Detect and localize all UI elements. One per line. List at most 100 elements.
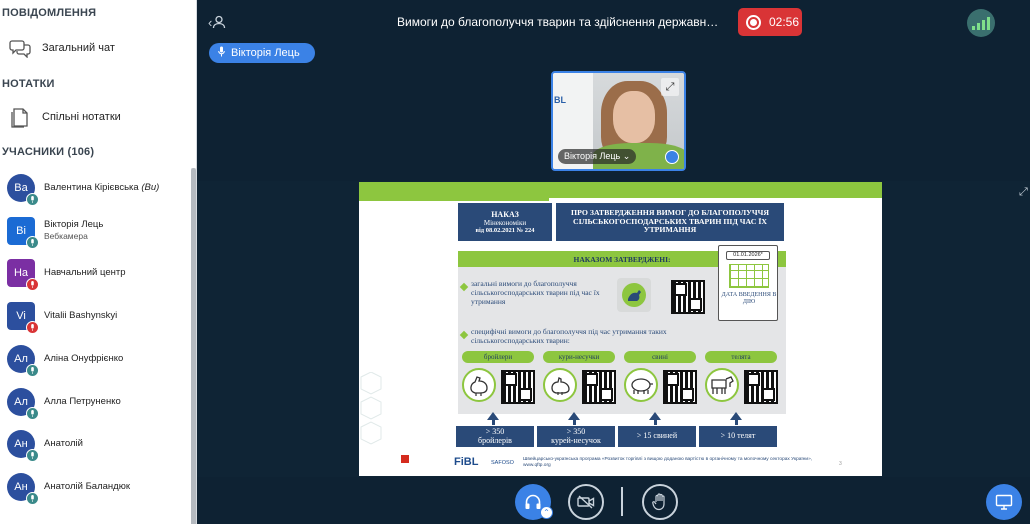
stat-box: > 350 бройлерів: [456, 426, 534, 447]
hand-icon: [652, 493, 665, 511]
user-list-item[interactable]: Ал Алла Петруненко: [0, 381, 190, 423]
calendar-icon: [729, 264, 769, 288]
arrow-stem: [572, 420, 576, 425]
approval-title: ПРО ЗАТВЕРДЖЕННЯ ВИМОГ ДО БЛАГОПОЛУЧЧЯ С…: [571, 207, 769, 235]
muted-microphone-icon: [26, 278, 39, 292]
sidebar: ПОВІДОМЛЕННЯ Загальний чат НОТАТКИ Спіль…: [0, 0, 197, 524]
arrow-up-icon: [649, 412, 661, 420]
microphone-icon: [26, 235, 39, 249]
public-chat-link[interactable]: Загальний чат: [0, 30, 190, 66]
user-name: Алла Петруненко: [44, 395, 121, 407]
animal-category-label: свині: [624, 351, 696, 363]
qr-code: [744, 370, 778, 404]
specific-requirements-text: специфічні вимоги до благополуччя під ча…: [471, 327, 667, 345]
microphone-icon: [26, 193, 39, 206]
stat-box: > 15 свиней: [618, 426, 696, 447]
monitor-icon: [995, 494, 1013, 510]
webcam-person: [613, 91, 655, 143]
qr-code: [663, 370, 697, 404]
stat-box: > 10 телят: [699, 426, 777, 447]
user-icon: [213, 15, 226, 29]
connection-status-button[interactable]: [967, 9, 995, 37]
muted-microphone-icon: [26, 321, 39, 335]
talking-indicator[interactable]: Вікторія Лець: [209, 43, 315, 63]
arrow-stem: [653, 420, 657, 425]
fullscreen-icon[interactable]: ⤢: [661, 78, 679, 96]
calendar-date: 01.01.2026*: [726, 251, 770, 260]
users-section-title: УЧАСНИКИ (106): [2, 146, 95, 158]
avatar: Ал: [7, 387, 39, 420]
safoso-logo: SAFOSO: [491, 460, 514, 466]
arrow-up-icon: [487, 412, 499, 420]
public-chat-label: Загальний чат: [42, 42, 115, 54]
user-list-item[interactable]: Ан Анатолій: [0, 423, 190, 465]
meeting-title: Вимоги до благополуччя тварин та здійсне…: [397, 15, 719, 29]
user-name: Навчальний центр: [44, 267, 126, 279]
webcam-mic-icon: [665, 150, 679, 164]
welfare-logo-icon: [617, 278, 651, 312]
arrow-stem: [491, 420, 495, 425]
audio-options-chevron-icon[interactable]: ⌃: [540, 506, 553, 519]
avatar: Ал: [7, 344, 39, 377]
chat-icon: [8, 36, 32, 60]
avatar: Ан: [7, 472, 39, 505]
qr-code-general: [671, 280, 705, 314]
signal-bars-icon: [972, 26, 975, 30]
camera-off-icon: [577, 495, 595, 509]
animal-category-label: бройлери: [462, 351, 534, 363]
stat-label: курей-несучок: [551, 435, 601, 445]
stat-value: > 10 телят: [720, 431, 756, 441]
animal-icon: [543, 368, 577, 402]
user-list-item[interactable]: Ва Валентина Кірієвська (Ви): [0, 167, 190, 209]
webcam-tile[interactable]: BL ⤢ Вікторія Лець ⌄: [551, 71, 686, 171]
notes-icon: [8, 105, 32, 129]
user-name: Валентина Кірієвська (Ви): [44, 182, 160, 194]
slide-footer: FiBL SAFOSO Швейцарсько-українська прогр…: [359, 450, 882, 476]
program-description: Швейцарсько-українська програма «Розвито…: [523, 457, 813, 468]
user-list-item[interactable]: Ві Вікторія Лець Вебкамера: [0, 210, 190, 252]
headphones-icon: [525, 494, 541, 509]
qr-code: [501, 370, 535, 404]
stat-box: > 350 курей-несучок: [537, 426, 615, 447]
calendar-caption: ДАТА ВВЕДЕННЯ В ДІЮ: [721, 292, 777, 305]
arrow-stem: [734, 420, 738, 425]
swiss-flag-icon: [401, 455, 409, 463]
user-name: Вікторія Лець Вебкамера: [44, 219, 104, 242]
user-list-item[interactable]: На Навчальний центр: [0, 252, 190, 294]
general-requirements-text: загальні вимоги до благополуччя сільсько…: [471, 279, 600, 306]
record-icon: [746, 14, 761, 30]
record-timer: 02:56: [769, 15, 800, 29]
user-name: Аліна Онуфрієнко: [44, 352, 124, 364]
user-name: Vitalii Bashynskyi: [44, 310, 118, 322]
avatar: Vi: [7, 302, 39, 335]
shared-notes-label: Спільні нотатки: [42, 111, 121, 123]
stat-label: бройлерів: [478, 435, 512, 445]
hide-panel-button[interactable]: ‹: [208, 12, 232, 32]
user-list-item[interactable]: Vi Vitalii Bashynskyi: [0, 295, 190, 337]
presentation-fullscreen-icon[interactable]: ⤢: [1019, 186, 1028, 199]
webcam-user-name[interactable]: Вікторія Лець ⌄: [558, 149, 637, 164]
microphone-icon: [26, 491, 39, 505]
screen-share-button[interactable]: [986, 484, 1022, 520]
avatar: Ві: [7, 216, 39, 249]
controls-divider: [621, 487, 623, 516]
microphone-icon: [26, 449, 39, 463]
user-list-item[interactable]: Ал Аліна Онуфрієнко: [0, 338, 190, 380]
slide-page-number: 3: [839, 461, 842, 467]
shared-notes-link[interactable]: Спільні нотатки: [0, 99, 190, 135]
messages-section-title: ПОВІДОМЛЕННЯ: [2, 7, 97, 19]
video-button[interactable]: [568, 484, 604, 520]
talking-user-name: Вікторія Лець: [231, 47, 300, 59]
raise-hand-button[interactable]: [642, 484, 678, 520]
presentation-slide: НАКАЗ Мінекономіки від 08.02.2021 № 224 …: [359, 182, 882, 476]
you-label: (Ви): [141, 182, 160, 194]
user-list-item[interactable]: Ан Анатолій Баландюк: [0, 466, 190, 508]
user-name: Анатолій: [44, 438, 83, 450]
animal-category-label: телята: [705, 351, 777, 363]
microphone-icon: [26, 363, 39, 377]
stat-value: > 15 свиней: [636, 431, 678, 441]
record-button[interactable]: 02:56: [738, 8, 802, 36]
avatar: На: [7, 259, 39, 292]
user-list-scrollbar[interactable]: [191, 168, 196, 524]
order-title: НАКАЗ: [491, 210, 519, 219]
